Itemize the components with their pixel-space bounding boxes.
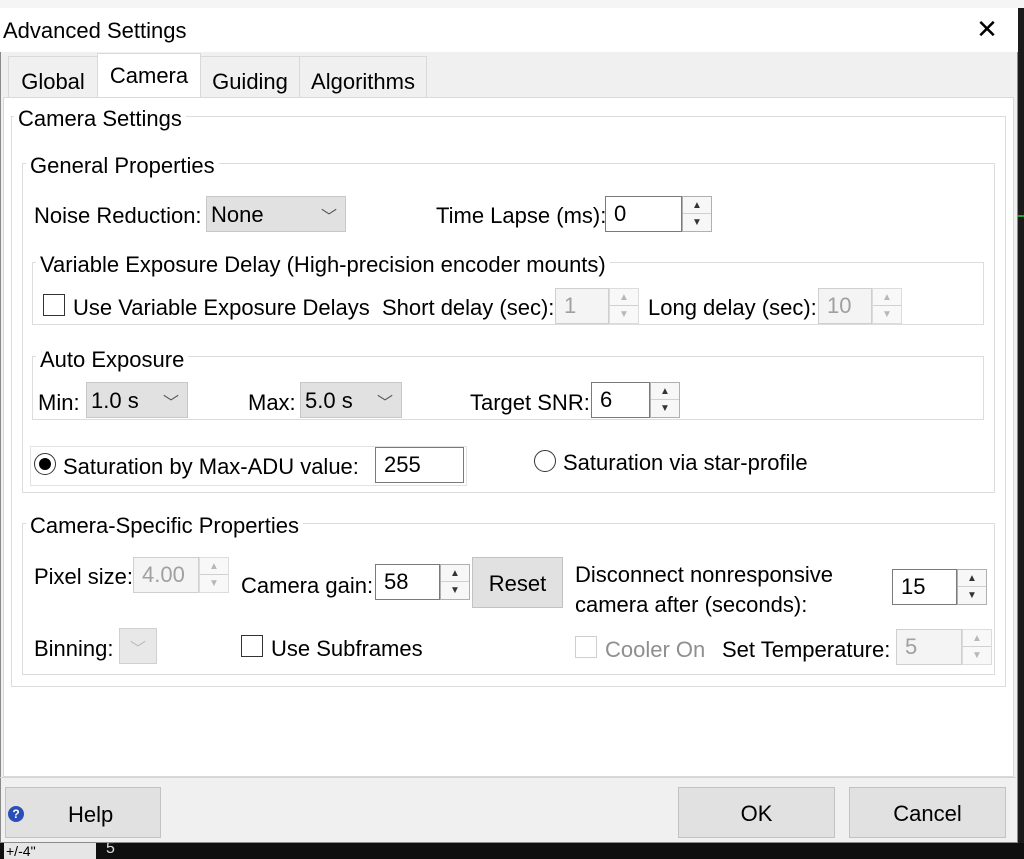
saturation-adu-radio[interactable] [34, 453, 56, 475]
spin-up-icon[interactable]: ▲ [610, 289, 638, 306]
cancel-button[interactable]: Cancel [849, 787, 1006, 838]
camera-specific-title: Camera-Specific Properties [26, 513, 303, 539]
background-green-line [1018, 215, 1024, 217]
pixel-size-label: Pixel size: [34, 564, 134, 589]
use-variable-delay-checkbox[interactable] [43, 294, 65, 316]
chevron-down-icon: ﹀ [376, 395, 393, 412]
noise-reduction-value: None [211, 202, 264, 227]
chevron-down-icon: ﹀ [162, 395, 179, 412]
target-snr-spinner[interactable]: ▲ ▼ [650, 382, 680, 418]
use-subframes-label: Use Subframes [271, 636, 423, 661]
cooler-on-label: Cooler On [605, 637, 706, 662]
pixel-size-input[interactable]: 4.00 [133, 557, 199, 593]
tab-camera[interactable]: Camera [97, 53, 201, 99]
reset-gain-button[interactable]: Reset [472, 557, 563, 608]
noise-reduction-label: Noise Reduction: [34, 203, 202, 228]
min-exposure-label: Min: [38, 390, 80, 415]
tab-guiding[interactable]: Guiding [200, 56, 300, 98]
saturation-star-radio[interactable] [534, 450, 556, 472]
max-exposure-label: Max: [248, 390, 296, 415]
saturation-adu-label: Saturation by Max-ADU value: [63, 454, 359, 479]
target-snr-label: Target SNR: [470, 390, 590, 415]
short-delay-spinner[interactable]: ▲ ▼ [609, 288, 639, 324]
long-delay-spinner[interactable]: ▲ ▼ [872, 288, 902, 324]
ok-button[interactable]: OK [678, 787, 835, 838]
chevron-down-icon: ﹀ [129, 641, 146, 658]
use-variable-delay-label: Use Variable Exposure Delays [73, 295, 370, 320]
background-field: +/-4'' [4, 843, 96, 859]
set-temperature-spinner[interactable]: ▲ ▼ [962, 629, 992, 665]
spin-down-icon[interactable]: ▼ [200, 575, 228, 592]
max-exposure-value: 5.0 s [305, 388, 353, 413]
camera-settings-title: Camera Settings [14, 106, 186, 132]
tab-global[interactable]: Global [8, 56, 98, 98]
spin-down-icon[interactable]: ▼ [958, 587, 986, 604]
max-exposure-select[interactable]: 5.0 s ﹀ [300, 382, 402, 418]
spin-up-icon[interactable]: ▲ [958, 570, 986, 587]
dialog-title: Advanced Settings [3, 18, 187, 43]
long-delay-input[interactable]: 10 [818, 288, 872, 324]
spin-up-icon[interactable]: ▲ [963, 630, 991, 647]
spin-up-icon[interactable]: ▲ [683, 197, 711, 214]
spin-up-icon[interactable]: ▲ [651, 383, 679, 400]
background-app-strip [0, 0, 1024, 8]
spin-down-icon[interactable]: ▼ [441, 582, 469, 599]
help-icon: ? [8, 806, 24, 822]
long-delay-label: Long delay (sec): [648, 295, 817, 320]
set-temperature-label: Set Temperature: [722, 637, 891, 662]
disconnect-label-line1: Disconnect nonresponsive [575, 562, 834, 587]
spin-down-icon[interactable]: ▼ [683, 214, 711, 231]
spin-down-icon[interactable]: ▼ [963, 647, 991, 664]
binning-label: Binning: [34, 636, 114, 661]
short-delay-input[interactable]: 1 [555, 288, 609, 324]
tab-algorithms[interactable]: Algorithms [299, 56, 427, 98]
button-bar-separator [0, 777, 1016, 778]
cooler-on-checkbox[interactable] [575, 636, 597, 658]
saturation-star-label: Saturation via star-profile [563, 450, 808, 475]
set-temperature-input[interactable]: 5 [896, 629, 962, 665]
variable-delay-title: Variable Exposure Delay (High-precision … [36, 252, 610, 278]
use-subframes-checkbox[interactable] [241, 635, 263, 657]
spin-up-icon[interactable]: ▲ [441, 565, 469, 582]
noise-reduction-select[interactable]: None ﹀ [206, 196, 346, 232]
min-exposure-value: 1.0 s [91, 388, 139, 413]
min-exposure-select[interactable]: 1.0 s ﹀ [86, 382, 188, 418]
time-lapse-spinner[interactable]: ▲ ▼ [682, 196, 712, 232]
time-lapse-input[interactable]: 0 [605, 196, 682, 232]
background-app-bottom [0, 843, 1024, 859]
disconnect-timeout-spinner[interactable]: ▲ ▼ [957, 569, 987, 605]
help-button[interactable]: ? Help [5, 787, 161, 838]
spin-down-icon[interactable]: ▼ [610, 306, 638, 323]
camera-gain-label: Camera gain: [241, 573, 374, 598]
camera-gain-input[interactable]: 58 [375, 564, 440, 600]
help-button-label: Help [68, 802, 114, 827]
short-delay-label: Short delay (sec): [382, 295, 555, 320]
chevron-down-icon: ﹀ [320, 209, 337, 226]
spin-down-icon[interactable]: ▼ [873, 306, 901, 323]
auto-exposure-title: Auto Exposure [36, 347, 189, 373]
target-snr-input[interactable]: 6 [591, 382, 650, 418]
spin-up-icon[interactable]: ▲ [200, 558, 228, 575]
binning-select[interactable]: ﹀ [119, 628, 157, 664]
time-lapse-label: Time Lapse (ms): [436, 203, 607, 228]
camera-gain-spinner[interactable]: ▲ ▼ [440, 564, 470, 600]
pixel-size-spinner[interactable]: ▲ ▼ [199, 557, 229, 593]
spin-up-icon[interactable]: ▲ [873, 289, 901, 306]
disconnect-timeout-input[interactable]: 15 [892, 569, 957, 605]
spin-down-icon[interactable]: ▼ [651, 400, 679, 417]
close-button[interactable]: ✕ [970, 12, 1004, 46]
general-properties-title: General Properties [26, 153, 219, 179]
saturation-adu-input[interactable]: 255 [375, 447, 464, 483]
disconnect-label-line2: camera after (seconds): [575, 592, 808, 617]
